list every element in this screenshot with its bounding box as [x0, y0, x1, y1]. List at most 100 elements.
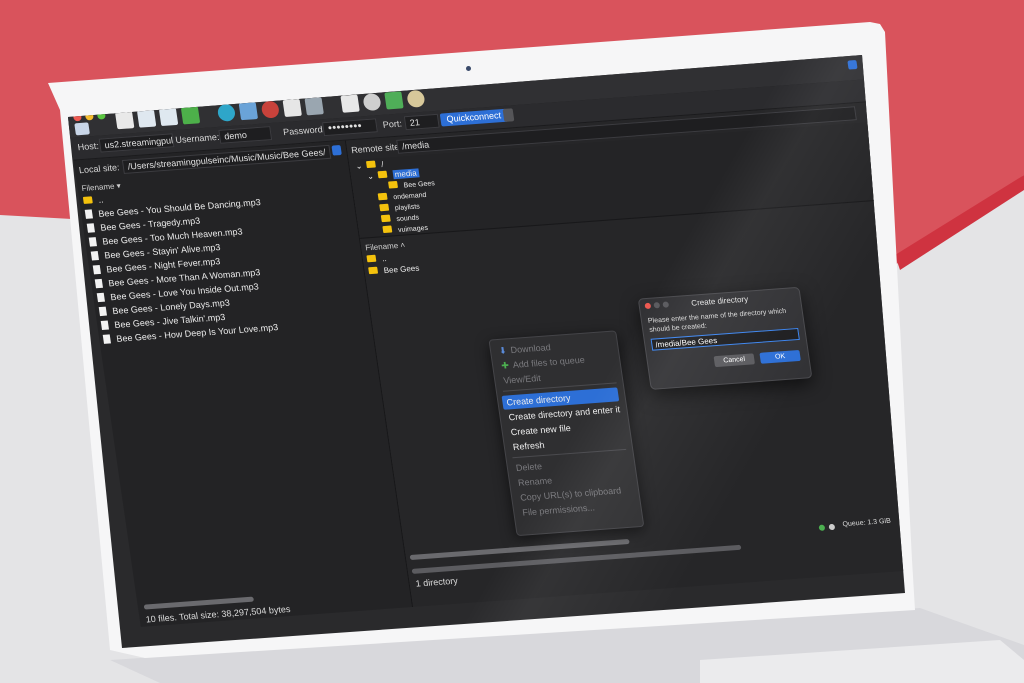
folder-icon: [365, 160, 376, 169]
folder-icon: [366, 254, 377, 263]
tree-item[interactable]: sounds: [380, 212, 420, 224]
file-icon: [88, 237, 97, 247]
file-icon: [100, 320, 109, 330]
reconnect-icon[interactable]: [304, 97, 324, 116]
remote-site-label: Remote site:: [350, 141, 403, 156]
site-manager-icon[interactable]: [74, 122, 90, 136]
remote-filename-header[interactable]: Filename ˄: [365, 241, 406, 253]
file-icon: [96, 292, 105, 303]
ok-button[interactable]: OK: [759, 349, 801, 364]
menu-item-add-to-queue[interactable]: ✚ Add files to queue: [501, 355, 586, 372]
tree-item-label: Bee Gees: [403, 180, 436, 190]
menu-item-delete[interactable]: Delete: [515, 461, 542, 473]
cancel-button[interactable]: Cancel: [713, 353, 756, 368]
file-icon: [90, 251, 99, 261]
toggle-local-tree-icon[interactable]: [136, 109, 157, 128]
queue-status-grey-icon: [828, 523, 836, 531]
menu-item-label: Rename: [517, 475, 553, 488]
remote-pane: Remote site: /media ⌄ / ⌄ media Bee Gees o…: [345, 101, 919, 607]
laptop: Host: us2.streamingpulse Username: demo …: [0, 0, 1024, 683]
menu-item-rename[interactable]: Rename: [517, 475, 552, 487]
chevron-down-icon: ⌄: [366, 171, 375, 182]
local-filename-header-label: Filename: [80, 181, 116, 194]
host-field[interactable]: us2.streamingpulse: [98, 133, 175, 153]
menu-item-label: Delete: [515, 461, 543, 473]
port-label: Port:: [382, 118, 403, 130]
queue-label: Queue: 1.3 GiB: [842, 517, 892, 529]
list-item[interactable]: Bee Gees: [368, 264, 420, 277]
toggle-log-icon[interactable]: [115, 111, 135, 130]
menu-item-refresh[interactable]: Refresh: [512, 440, 545, 452]
local-site-label: Local site:: [78, 162, 121, 176]
file-icon: [102, 334, 111, 344]
filter-icon[interactable]: [340, 94, 360, 113]
file-icon: [98, 306, 107, 317]
toggle-remote-tree-icon[interactable]: [158, 107, 179, 127]
tree-item-label: ondemand: [392, 191, 427, 202]
file-name: ..: [97, 194, 105, 205]
username-field[interactable]: demo: [218, 126, 273, 144]
password-label: Password:: [282, 124, 326, 138]
menu-item-label: Create new file: [510, 422, 572, 438]
folder-icon: [380, 214, 391, 223]
folder-icon: [82, 196, 93, 204]
tree-item[interactable]: Bee Gees: [388, 178, 435, 190]
local-filename-header[interactable]: Filename ▾: [81, 181, 121, 193]
port-field[interactable]: 21: [403, 113, 440, 131]
file-icon: [94, 278, 103, 289]
add-to-queue-icon: ✚: [500, 360, 510, 371]
remote-list-scrollbar[interactable]: [411, 544, 742, 574]
refresh-icon[interactable]: [216, 103, 237, 122]
tree-item-label: vuimages: [397, 224, 429, 234]
folder-icon: [377, 192, 388, 201]
search-icon[interactable]: [406, 89, 426, 108]
download-icon: ⬇: [498, 345, 508, 356]
menu-item-label: Download: [509, 342, 552, 356]
tree-item[interactable]: ondemand: [377, 190, 427, 202]
host-label: Host:: [76, 140, 100, 153]
quickconnect-dropdown-button[interactable]: [502, 108, 515, 122]
file-name: ..: [381, 253, 388, 264]
remote-filename-header-label: Filename: [364, 241, 399, 253]
password-field[interactable]: ●●●●●●●●: [322, 118, 378, 137]
folder-icon: [388, 180, 399, 189]
disconnect-icon[interactable]: [282, 98, 302, 117]
file-name: Bee Gees: [383, 263, 420, 276]
compare-icon[interactable]: [362, 93, 382, 112]
tree-item-label: sounds: [396, 214, 420, 224]
tree-item[interactable]: ⌄ /: [355, 160, 384, 171]
local-site-dropdown[interactable]: [331, 145, 342, 156]
list-item[interactable]: ..: [82, 194, 105, 206]
menu-item-label: Refresh: [512, 439, 546, 453]
sync-browse-icon[interactable]: [384, 91, 404, 110]
tree-item-label: /: [380, 159, 385, 170]
menu-item-create-new-file[interactable]: Create new file: [510, 423, 571, 437]
list-item[interactable]: ..: [366, 254, 387, 264]
file-name: Bee Gees - You Should Be Dancing.mp3: [97, 197, 262, 219]
queue-status-green-icon: [818, 524, 826, 531]
username-label: Username:: [174, 131, 221, 146]
transfer-queue-icon[interactable]: [180, 106, 201, 125]
file-icon: [84, 209, 93, 219]
file-icon: [86, 223, 95, 233]
quickconnect-button[interactable]: Quickconnect: [439, 108, 508, 127]
menu-item-download[interactable]: ⬇ Download: [498, 342, 551, 357]
menu-item-view-edit[interactable]: View/Edit: [503, 373, 542, 386]
queue-red-icon: [912, 518, 919, 524]
menu-item-copy-url[interactable]: Copy URL(s) to clipboard: [520, 485, 622, 502]
remote-status-text: 1 directory: [415, 575, 459, 589]
tree-item[interactable]: playlists: [379, 201, 420, 213]
process-queue-icon[interactable]: [238, 102, 259, 121]
folder-icon: [377, 170, 388, 179]
menu-item-file-permissions[interactable]: File permissions...: [522, 502, 596, 517]
webcam: [466, 66, 471, 71]
tree-item-label: playlists: [394, 203, 421, 213]
cancel-icon[interactable]: [260, 100, 281, 119]
folder-icon: [382, 225, 393, 234]
folder-icon: [368, 266, 379, 275]
tree-item-label: media: [392, 168, 420, 180]
file-icon: [92, 264, 101, 275]
menu-item-label: File permissions...: [521, 502, 596, 518]
toolbar-overflow-button[interactable]: [847, 59, 858, 70]
tree-item[interactable]: vuimages: [382, 223, 428, 235]
